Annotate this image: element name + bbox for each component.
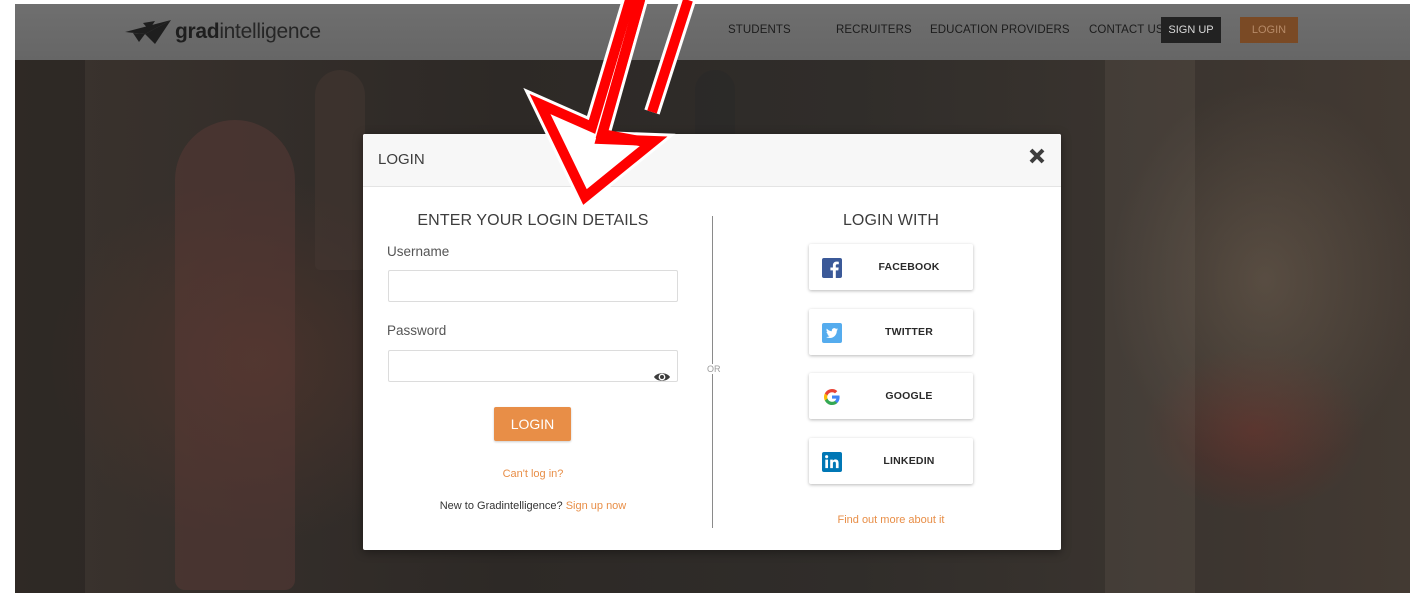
background-figure <box>175 120 295 590</box>
signup-now-link[interactable]: Sign up now <box>566 500 627 512</box>
background-pillar <box>1105 60 1195 593</box>
twitter-label: TWITTER <box>884 326 934 338</box>
brand-name-bold: grad <box>175 20 220 43</box>
login-modal: LOGIN ENTER YOUR LOGIN DETAILS Username … <box>363 134 1061 550</box>
find-out-more-link[interactable]: Find out more about it <box>763 514 1019 526</box>
password-input[interactable] <box>388 350 678 382</box>
facebook-label: FACEBOOK <box>878 261 940 273</box>
nav-recruiters[interactable]: RECRUITERS <box>836 24 912 36</box>
google-login-button[interactable]: GOOGLE <box>809 373 973 419</box>
eye-icon[interactable] <box>653 370 671 384</box>
close-icon[interactable] <box>1028 147 1046 165</box>
signup-button[interactable]: SIGN UP <box>1161 17 1221 43</box>
google-icon <box>824 389 840 405</box>
brand-name-light: intelligence <box>219 20 321 43</box>
nav-students[interactable]: STUDENTS <box>728 24 791 36</box>
nav-education-providers[interactable]: EDUCATION PROVIDERS <box>930 24 1070 36</box>
twitter-icon <box>822 323 842 343</box>
facebook-login-button[interactable]: FACEBOOK <box>809 244 973 290</box>
signup-prompt: New to Gradintelligence? Sign up now <box>387 500 679 512</box>
site-header: gradintelligence STUDENTS RECRUITERS EDU… <box>15 4 1410 60</box>
twitter-login-button[interactable]: TWITTER <box>809 309 973 355</box>
login-button[interactable]: LOGIN <box>494 407 571 441</box>
header-login-button[interactable]: LOGIN <box>1240 17 1298 43</box>
login-details-column: ENTER YOUR LOGIN DETAILS Username Passwo… <box>387 186 679 550</box>
username-label: Username <box>387 244 450 259</box>
paper-plane-icon <box>125 20 171 44</box>
brand-logo[interactable]: gradintelligence <box>125 17 321 47</box>
or-separator: OR <box>706 364 722 374</box>
facebook-icon <box>822 258 842 278</box>
linkedin-login-button[interactable]: LINKEDIN <box>809 438 973 484</box>
modal-header: LOGIN <box>363 134 1061 187</box>
linkedin-label: LINKEDIN <box>883 455 935 467</box>
brand-name: gradintelligence <box>175 20 321 44</box>
login-with-heading: LOGIN WITH <box>842 212 940 229</box>
background-figure <box>315 70 365 270</box>
nav-contact-us[interactable]: CONTACT US <box>1089 24 1164 36</box>
username-input[interactable] <box>388 270 678 302</box>
modal-title: LOGIN <box>378 151 425 168</box>
linkedin-icon <box>822 452 842 472</box>
login-details-heading: ENTER YOUR LOGIN DETAILS <box>417 212 649 229</box>
signup-prompt-text: New to Gradintelligence? <box>439 500 563 512</box>
social-login-column: LOGIN WITH FACEBOOK TWITTER GOOGLE LINKE… <box>763 186 1019 550</box>
background-pillar <box>15 60 85 593</box>
google-label: GOOGLE <box>885 390 933 402</box>
password-label: Password <box>387 323 447 338</box>
page-viewport: gradintelligence STUDENTS RECRUITERS EDU… <box>15 4 1410 593</box>
cant-login-link[interactable]: Can't log in? <box>387 468 679 480</box>
